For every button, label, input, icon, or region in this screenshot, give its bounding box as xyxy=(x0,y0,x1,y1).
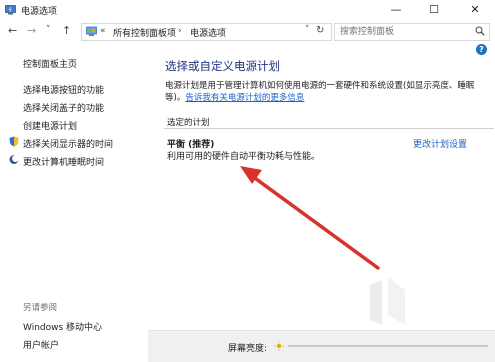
recent-locations-button[interactable]: ˅ xyxy=(46,25,51,35)
sidebar-item-lid-close[interactable]: 选择关闭盖子的功能 xyxy=(23,101,104,114)
plan-description: 利用可用的硬件自动平衡功耗与性能。 xyxy=(167,152,321,162)
sidebar-item-mobility-center[interactable]: Windows 移动中心 xyxy=(23,320,102,333)
brightness-icon xyxy=(274,341,284,351)
breadcrumb-overflow[interactable]: « xyxy=(100,26,106,36)
page-description: 电源计划是用于管理计算机如何使用电源的一套硬件和系统设置(如显示亮度、睡眠等)。… xyxy=(165,80,485,104)
see-also-title: 另请参阅 xyxy=(23,303,58,313)
close-button[interactable]: ✕ xyxy=(461,0,489,20)
refresh-button[interactable]: ↻ xyxy=(316,25,324,36)
sidebar-item-user-accounts[interactable]: 用户帐户 xyxy=(23,338,59,351)
minimize-button[interactable]: — xyxy=(382,0,410,20)
address-dropdown-button[interactable]: ˅ xyxy=(305,25,310,35)
sidebar-item-create-plan[interactable]: 创建电源计划 xyxy=(23,119,77,132)
search-input[interactable] xyxy=(340,25,470,39)
sidebar-item-sleep-time[interactable]: 更改计算机睡眠时间 xyxy=(23,155,104,168)
brightness-label: 屏幕亮度: xyxy=(228,344,268,354)
page-title: 选择或自定义电源计划 xyxy=(165,59,280,73)
brightness-slider[interactable] xyxy=(288,345,488,347)
sidebar-item-control-panel-home[interactable]: 控制面板主页 xyxy=(23,57,77,70)
control-panel-icon xyxy=(86,26,97,36)
learn-more-link[interactable]: 告诉我有关电源计划的更多信息 xyxy=(185,93,304,103)
selected-plan-group-label: 选定的计划 xyxy=(167,118,210,128)
up-button[interactable]: ↑ xyxy=(62,24,71,37)
power-options-icon xyxy=(5,5,16,15)
sidebar: 控制面板主页 选择电源按钮的功能 选择关闭盖子的功能 创建电源计划 选择关闭显示… xyxy=(0,44,148,361)
forward-button[interactable]: → xyxy=(27,24,36,37)
address-bar[interactable]: « 所有控制面板项 › 电源选项 ˅ xyxy=(81,23,332,41)
moon-icon xyxy=(9,155,19,164)
change-plan-settings-link[interactable]: 更改计划设置 xyxy=(413,137,467,150)
maximize-button[interactable]: ☐ xyxy=(420,0,448,20)
breadcrumb-all-items[interactable]: 所有控制面板项 xyxy=(113,26,176,39)
back-button[interactable]: ← xyxy=(8,24,17,37)
navigation-bar: ← → ˅ ↑ « 所有控制面板项 › 电源选项 ˅ ↻ xyxy=(0,20,495,44)
shield-icon xyxy=(9,136,19,147)
search-box[interactable] xyxy=(334,23,490,41)
search-icon[interactable] xyxy=(475,26,485,36)
group-divider xyxy=(164,128,494,129)
sidebar-item-power-button[interactable]: 选择电源按钮的功能 xyxy=(23,83,104,96)
title-bar: 电源选项 — ☐ ✕ xyxy=(0,0,495,20)
watermark-logo xyxy=(370,277,405,325)
breadcrumb-power-options[interactable]: 电源选项 xyxy=(190,26,226,39)
sidebar-item-display-off-time[interactable]: 选择关闭显示器的时间 xyxy=(23,137,113,150)
brightness-bar: 屏幕亮度: xyxy=(148,330,495,362)
window-title: 电源选项 xyxy=(21,7,58,17)
main-content: 选择或自定义电源计划 电源计划是用于管理计算机如何使用电源的一套硬件和系统设置(… xyxy=(148,44,495,361)
breadcrumb-separator[interactable]: › xyxy=(178,26,182,36)
